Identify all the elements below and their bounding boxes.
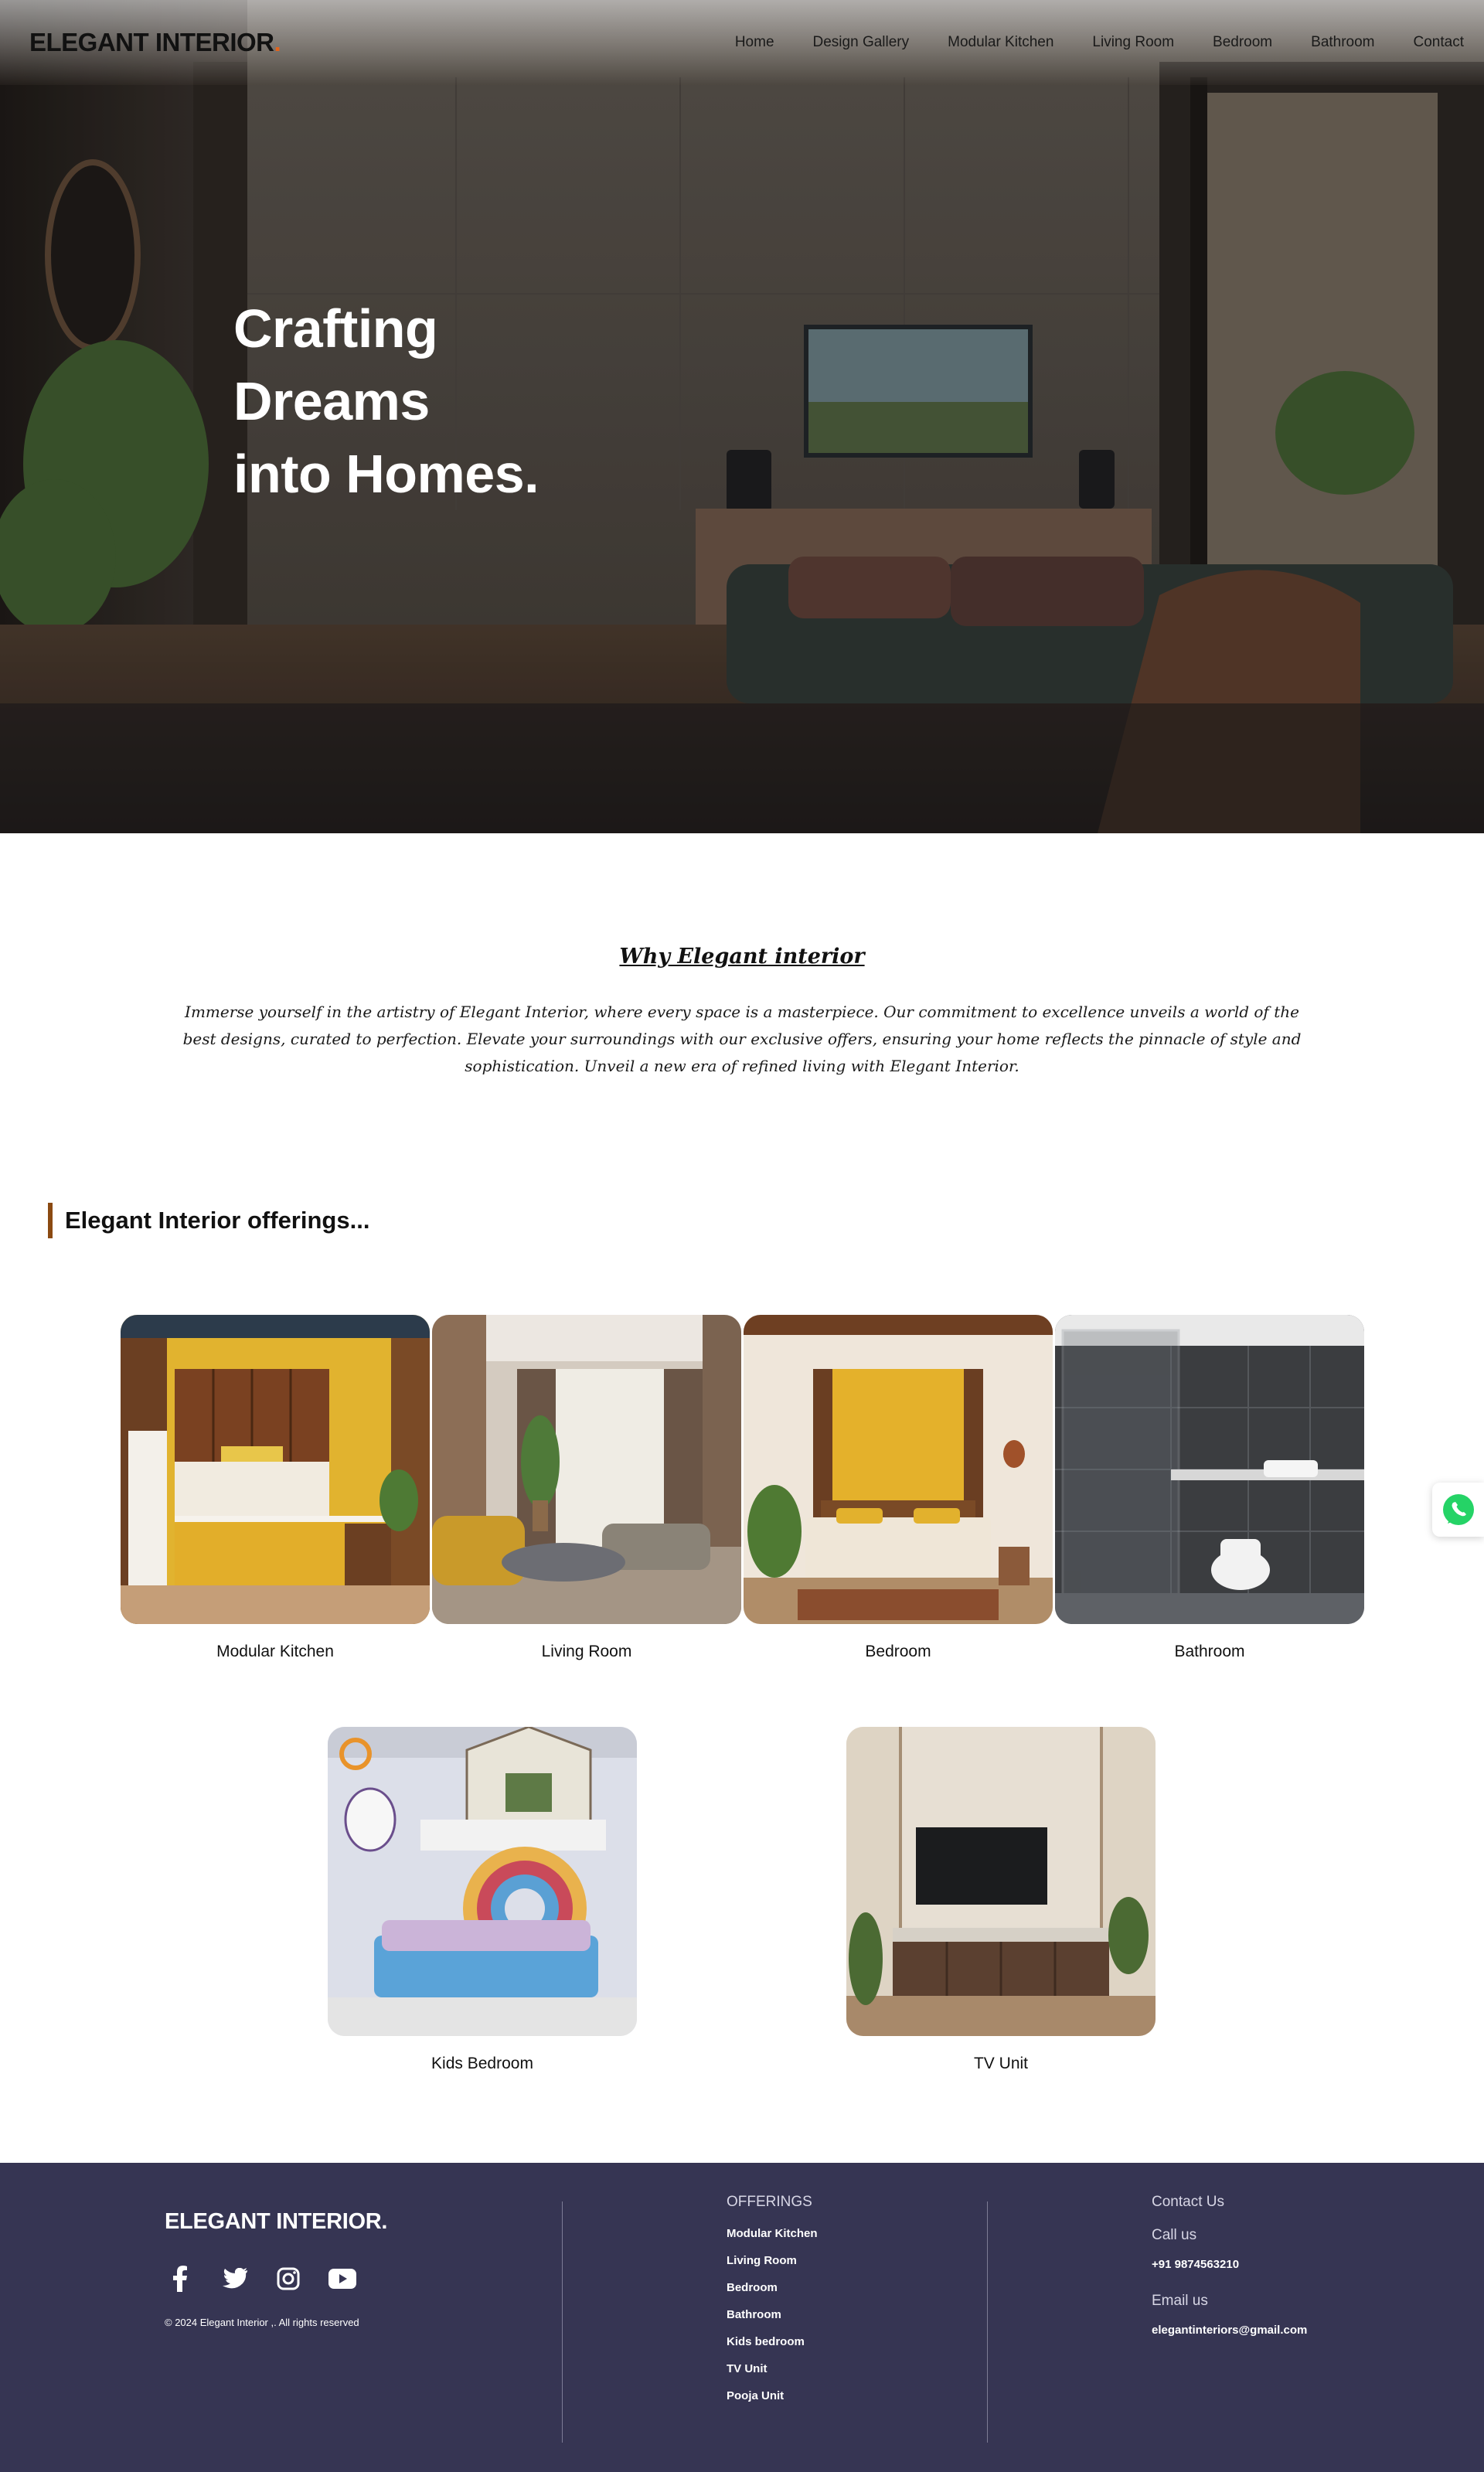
nav-link-bathroom[interactable]: Bathroom [1311, 34, 1374, 51]
top-navbar: ELEGANT INTERIOR. Home Design Gallery Mo… [0, 0, 1484, 85]
footer-offerings-title: OFFERINGS [727, 2194, 812, 2210]
offering-card-bedroom[interactable]: Bedroom [744, 1315, 1053, 1661]
footer-link-modular-kitchen[interactable]: Modular Kitchen [727, 2227, 818, 2240]
footer-link-bathroom[interactable]: Bathroom [727, 2308, 818, 2321]
offering-card-modular-kitchen[interactable]: Modular Kitchen [121, 1315, 430, 1661]
why-section-text: Immerse yourself in the artistry of Eleg… [182, 1003, 1302, 1075]
nav-links: Home Design Gallery Modular Kitchen Livi… [696, 34, 1464, 51]
site-logo[interactable]: ELEGANT INTERIOR. [29, 28, 281, 57]
nav-link-home[interactable]: Home [735, 34, 774, 51]
nav-link-bedroom[interactable]: Bedroom [1213, 34, 1272, 51]
offering-card-tv-unit[interactable]: TV Unit [846, 1727, 1156, 2073]
bedroom-label[interactable]: Bedroom [744, 1643, 1053, 1661]
bathroom-image[interactable] [1055, 1315, 1364, 1624]
nav-link-contact[interactable]: Contact [1414, 34, 1464, 51]
twitter-icon[interactable] [219, 2263, 250, 2294]
why-section-title: Why Elegant interior [619, 945, 865, 969]
whatsapp-icon [1442, 1494, 1474, 1525]
footer-call-label: Call us [1152, 2227, 1197, 2243]
hero-line-2: Dreams [233, 371, 430, 431]
footer-copyright: © 2024 Elegant Interior ,. All rights re… [165, 2317, 359, 2328]
kids-bedroom-label[interactable]: Kids Bedroom [328, 2055, 637, 2073]
facebook-icon[interactable] [165, 2263, 196, 2294]
hero-line-3: into Homes. [233, 444, 539, 504]
modular-kitchen-label[interactable]: Modular Kitchen [121, 1643, 430, 1661]
footer-social-links [165, 2263, 358, 2294]
kids-bedroom-image[interactable] [328, 1727, 637, 2036]
hero-headline: Crafting Dreams into Homes. [233, 292, 539, 510]
footer-divider-1 [562, 2201, 563, 2443]
modular-kitchen-image[interactable] [121, 1315, 430, 1624]
hero-line-1: Crafting [233, 298, 438, 359]
footer-email-label: Email us [1152, 2293, 1208, 2309]
footer-link-living-room[interactable]: Living Room [727, 2254, 818, 2267]
offerings-heading: Elegant Interior offerings... [48, 1203, 369, 1238]
nav-link-design-gallery[interactable]: Design Gallery [813, 34, 910, 51]
tv-unit-image[interactable] [846, 1727, 1156, 2036]
bathroom-label[interactable]: Bathroom [1055, 1643, 1364, 1661]
footer-phone[interactable]: +91 9874563210 [1152, 2258, 1307, 2271]
offering-card-living-room[interactable]: Living Room [432, 1315, 741, 1661]
footer-contact-title: Contact Us [1152, 2194, 1224, 2210]
brand-dot: . [274, 28, 281, 56]
nav-link-living-room[interactable]: Living Room [1092, 34, 1174, 51]
hero-section: Crafting Dreams into Homes. [0, 0, 1484, 833]
nav-link-modular-kitchen[interactable]: Modular Kitchen [948, 34, 1053, 51]
footer-contact-column: Contact Us Call us +91 9874563210 Email … [1152, 2194, 1307, 2358]
whatsapp-button[interactable] [1432, 1483, 1484, 1537]
brand-name: ELEGANT INTERIOR [29, 28, 274, 56]
footer-link-kids-bedroom[interactable]: Kids bedroom [727, 2335, 818, 2348]
offering-card-kids-bedroom[interactable]: Kids Bedroom [328, 1727, 637, 2073]
footer-link-pooja-unit[interactable]: Pooja Unit [727, 2389, 818, 2402]
living-room-label[interactable]: Living Room [432, 1643, 741, 1661]
living-room-image[interactable] [432, 1315, 741, 1624]
footer-offerings-list: Modular Kitchen Living Room Bedroom Bath… [727, 2227, 818, 2402]
tv-unit-label[interactable]: TV Unit [846, 2055, 1156, 2073]
footer-offerings-column: OFFERINGS Modular Kitchen Living Room Be… [727, 2194, 818, 2416]
offering-card-bathroom[interactable]: Bathroom [1055, 1315, 1364, 1661]
footer-email[interactable]: elegantinteriors@gmail.com [1152, 2324, 1307, 2337]
hero-background-image [0, 0, 1484, 833]
footer-link-tv-unit[interactable]: TV Unit [727, 2362, 818, 2375]
footer-link-bedroom[interactable]: Bedroom [727, 2281, 818, 2294]
footer-brand[interactable]: ELEGANT INTERIOR. [165, 2209, 387, 2235]
footer-divider-2 [987, 2201, 988, 2443]
youtube-icon[interactable] [327, 2263, 358, 2294]
bedroom-image[interactable] [744, 1315, 1053, 1624]
instagram-icon[interactable] [273, 2263, 304, 2294]
site-footer: ELEGANT INTERIOR. © 2024 Elegant Interio… [0, 2163, 1484, 2472]
